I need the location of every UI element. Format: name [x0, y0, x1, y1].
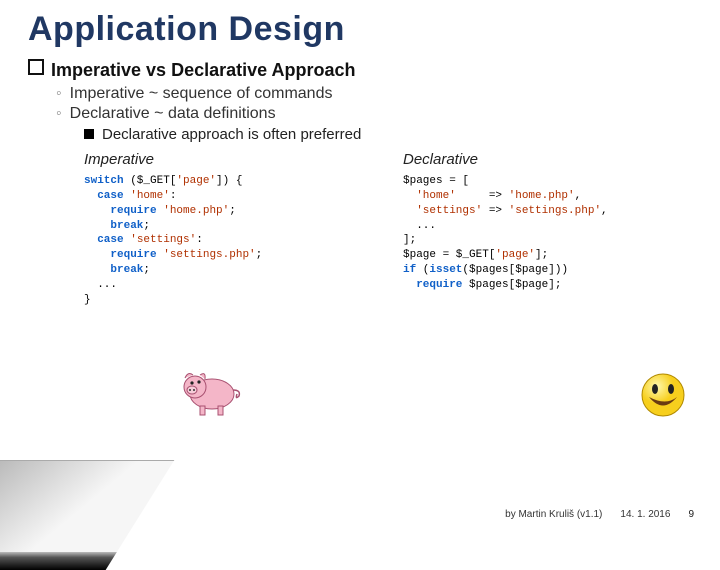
bullet-text: Declarative approach is often preferred [102, 126, 361, 143]
pig-icon [178, 362, 248, 418]
bullet-text: Imperative ~ sequence of commands [70, 85, 333, 102]
code-block-imperative: switch ($_GET['page']) { case 'home': re… [84, 174, 373, 308]
slide: Application Design Imperative vs Declara… [0, 0, 720, 308]
right-column: Declarative $pages = [ 'home' => 'home.p… [403, 151, 692, 308]
footer: by Martin Kruliš (v1.1) 14. 1. 2016 9 [505, 509, 694, 520]
level3-bullet: Declarative approach is often preferred [84, 126, 692, 143]
square-bullet-icon [28, 59, 44, 75]
code-columns: Imperative switch ($_GET['page']) { case… [84, 151, 692, 308]
filled-square-icon [84, 129, 94, 139]
column-heading: Imperative [84, 151, 373, 168]
footer-page-number: 9 [688, 509, 694, 520]
level2-bullet: Declarative ~ data definitions [56, 105, 692, 123]
slide-title: Application Design [28, 10, 692, 49]
smiley-icon [640, 372, 686, 418]
left-column: Imperative switch ($_GET['page']) { case… [84, 151, 373, 308]
bullet-text: Declarative ~ data definitions [70, 105, 276, 122]
heading-rest: vs Declarative Approach [141, 60, 355, 80]
code-block-declarative: $pages = [ 'home' => 'home.php', 'settin… [403, 174, 692, 293]
footer-date: 14. 1. 2016 [620, 509, 670, 520]
section-heading: Imperative vs Declarative Approach [28, 59, 692, 81]
level2-bullet: Imperative ~ sequence of commands [56, 85, 692, 103]
corner-decoration [0, 460, 174, 570]
footer-author: by Martin Kruliš (v1.1) [505, 509, 602, 520]
heading-prefix: Imperative [51, 60, 141, 80]
column-heading: Declarative [403, 151, 692, 168]
